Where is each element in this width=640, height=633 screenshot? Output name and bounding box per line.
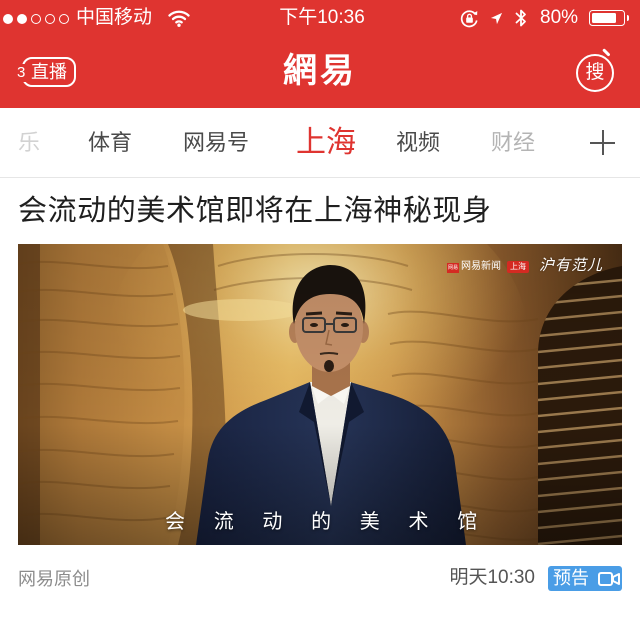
rotation-lock-icon	[460, 10, 478, 28]
battery-terminal	[626, 15, 629, 21]
article-image[interactable]: 网易 网易新闻 上海 沪有范儿 会流动的美术馆	[18, 244, 622, 545]
article-source: 网易原创	[18, 569, 90, 589]
search-icon: 搜	[585, 62, 605, 83]
app-header: 直播 3 網易 搜	[0, 38, 640, 108]
preview-badge-label: 预告	[553, 568, 589, 588]
status-bar: 中国移动 下午10:36 80%	[0, 0, 640, 38]
preview-badge: 预告	[548, 566, 622, 591]
tab-video[interactable]: 视频	[396, 127, 440, 159]
battery-level	[592, 13, 616, 23]
tab-sports[interactable]: 体育	[88, 127, 132, 159]
app-logo: 網易	[283, 53, 357, 90]
photo-caption: 会流动的美术馆	[165, 511, 506, 533]
plus-icon[interactable]	[590, 130, 615, 155]
photo-brand-badge: 网易	[447, 263, 459, 273]
tab-finance[interactable]: 财经	[491, 127, 535, 159]
battery-percentage: 80%	[540, 7, 579, 28]
photo-region-badge: 上海	[507, 261, 529, 273]
article-card[interactable]: 会流动的美术馆即将在上海神秘现身 网易 网易新闻 上海 沪有范儿 会流动的美术馆…	[0, 178, 640, 608]
channel-tabs: 乐 体育 网易号 上海 视频 财经	[0, 108, 640, 178]
article-title[interactable]: 会流动的美术馆即将在上海神秘现身	[18, 193, 492, 229]
bluetooth-icon	[515, 9, 526, 27]
photo-brand-name: 网易新闻	[461, 261, 501, 272]
search-button[interactable]: 搜	[576, 54, 614, 92]
tab-yule[interactable]: 乐	[18, 127, 40, 159]
tab-shanghai[interactable]: 上海	[296, 123, 356, 163]
publish-time: 明天10:30	[449, 567, 535, 588]
photo-program-logo: 沪有范儿	[539, 258, 604, 274]
location-icon	[490, 12, 503, 25]
battery-icon	[589, 10, 629, 26]
video-camera-icon	[598, 572, 620, 586]
photo-artwork	[18, 244, 622, 545]
tab-netease-hao[interactable]: 网易号	[183, 127, 249, 159]
